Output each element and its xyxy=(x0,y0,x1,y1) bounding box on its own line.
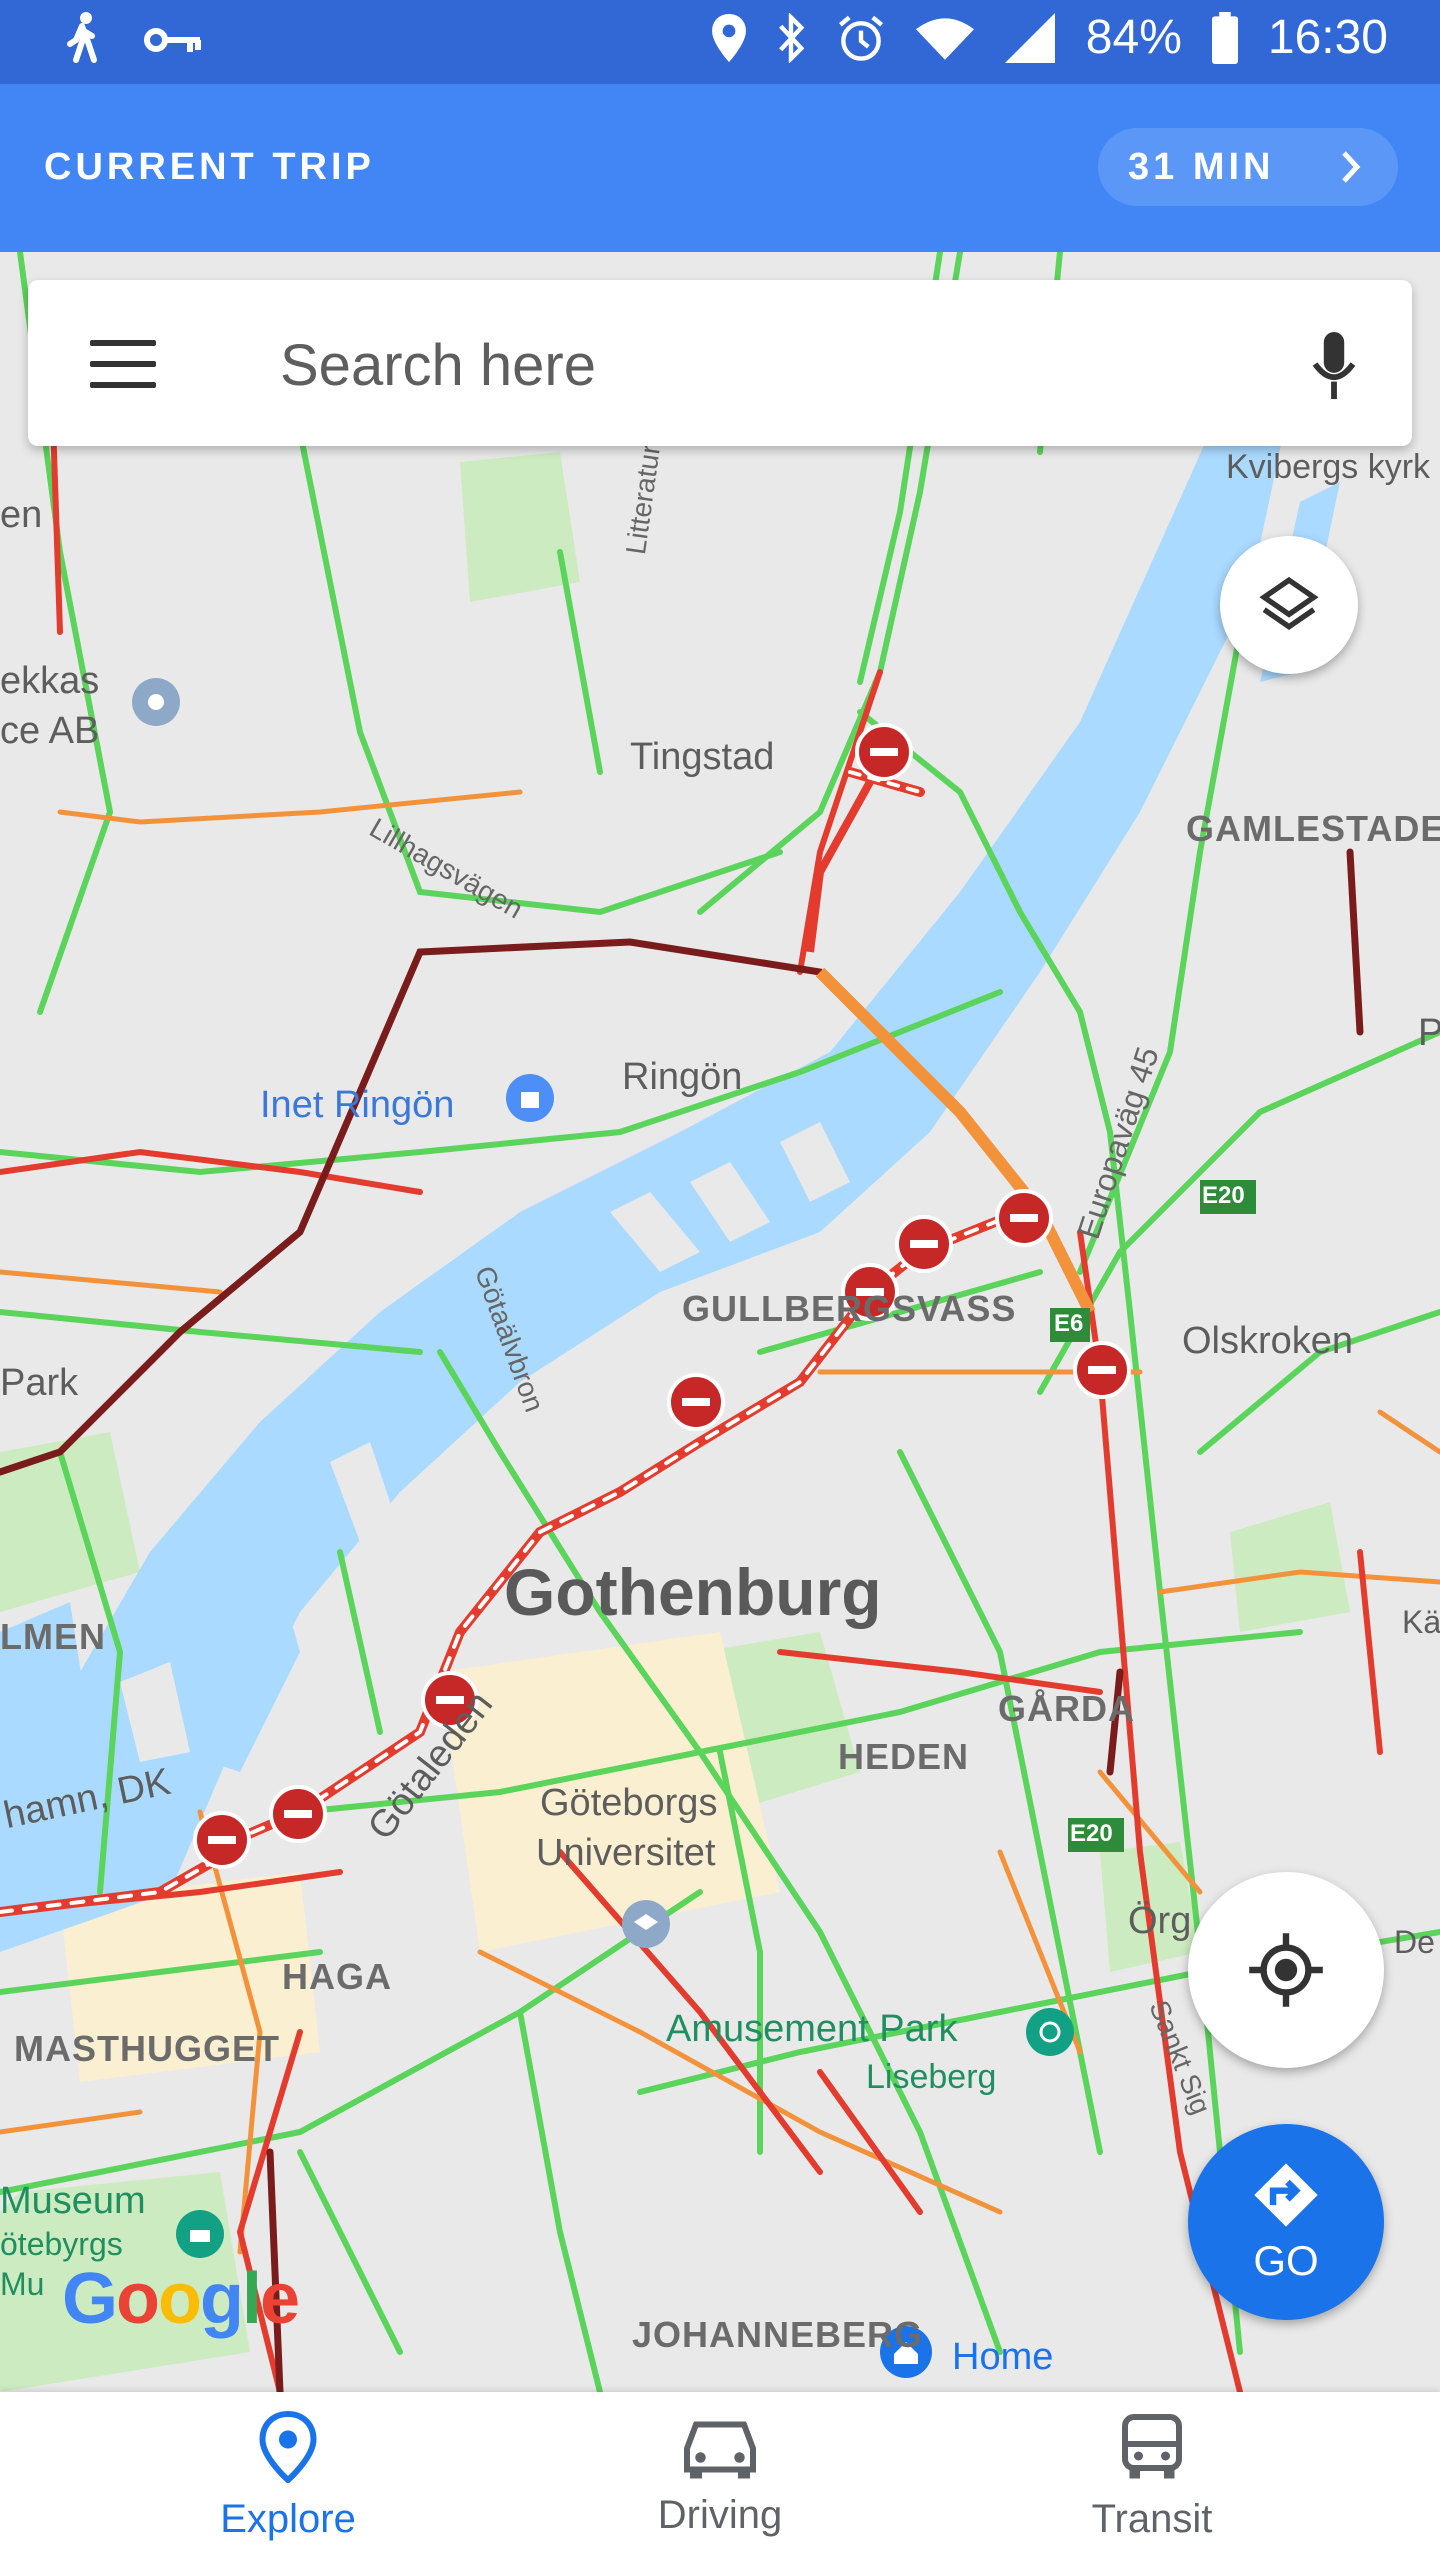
place-pin-icon xyxy=(132,678,180,726)
road-closure-icon xyxy=(995,1189,1053,1247)
map-label-gamlestaden: GAMLESTADE xyxy=(1186,808,1440,849)
layers-icon xyxy=(1259,576,1319,630)
museum-pin-icon xyxy=(176,2210,224,2258)
map-label-home: Home xyxy=(952,2336,1054,2378)
vpn-key-icon xyxy=(144,24,204,56)
battery-icon xyxy=(1211,11,1238,64)
tab-transit-label: Transit xyxy=(1091,2496,1213,2541)
clock-time: 16:30 xyxy=(1267,11,1388,64)
bluetooth-icon xyxy=(776,12,806,63)
bus-icon xyxy=(1122,2413,1182,2478)
location-pin-icon xyxy=(259,2410,317,2483)
map-label-ka: Kä xyxy=(1402,1604,1440,1640)
road-closure-icon xyxy=(667,1373,725,1431)
map-label-universitet: Universitet xyxy=(536,1832,716,1874)
map-canvas[interactable]: Tingstad Litteraturgatan Lillhagsvägen R… xyxy=(0,252,1440,2392)
my-location-button[interactable] xyxy=(1188,1872,1384,2068)
tab-explore[interactable]: Explore xyxy=(138,2392,438,2560)
current-trip-banner[interactable]: CURRENT TRIP 31 MIN xyxy=(0,84,1440,252)
map-label-museum: Museum xyxy=(0,2180,146,2222)
map-label-gullbergsvass: GULLBERGSVASS xyxy=(682,1288,1017,1329)
map-label-kvibergs: Kvibergs kyrk xyxy=(1226,448,1431,486)
map-label-mu: Mu xyxy=(0,2266,45,2302)
map-label-ekkas: ekkas xyxy=(0,660,100,702)
search-input[interactable]: Search here xyxy=(280,332,596,399)
go-button[interactable]: GO xyxy=(1188,2124,1384,2320)
trip-duration: 31 MIN xyxy=(1128,145,1275,188)
amusement-pin-icon xyxy=(1026,2008,1074,2056)
status-bar: 84% 16:30 xyxy=(0,0,1440,84)
tab-transit[interactable]: Transit xyxy=(1002,2392,1302,2560)
tab-driving[interactable]: Driving xyxy=(570,2392,870,2560)
bottom-navigation: Explore Driving Transit xyxy=(0,2392,1440,2560)
map-label-orgryte: Örg xyxy=(1128,1900,1192,1942)
wifi-icon xyxy=(915,16,974,60)
shield-e6: E6 xyxy=(1054,1310,1084,1337)
my-location-icon xyxy=(1249,1933,1323,2007)
map-label-heden: HEDEN xyxy=(838,1736,970,1777)
map-label-olskroken: Olskroken xyxy=(1182,1320,1354,1362)
map-label-goteborgs: Göteborgs xyxy=(540,1782,718,1824)
map-label-p: P xyxy=(1418,1012,1440,1054)
road-closure-icon xyxy=(1073,1341,1131,1399)
walk-icon xyxy=(64,12,104,68)
map-label-ekkas-ab: ce AB xyxy=(0,710,100,752)
shield-e20-south: E20 xyxy=(1070,1820,1113,1847)
location-icon xyxy=(711,13,746,62)
search-bar[interactable]: Search here xyxy=(28,280,1412,446)
road-closure-icon xyxy=(193,1811,251,1869)
road-closure-icon xyxy=(895,1215,953,1273)
map-label-park: Park xyxy=(0,1362,79,1404)
cellular-icon xyxy=(1004,12,1056,63)
google-logo: Google xyxy=(62,2259,300,2339)
road-closure-icon xyxy=(269,1785,327,1843)
map-label-en: en xyxy=(0,494,43,536)
map-label-liseberg: Liseberg xyxy=(866,2058,997,2096)
map-label-garda: GÅRDA xyxy=(998,1688,1135,1729)
tab-driving-label: Driving xyxy=(657,2492,783,2537)
microphone-icon[interactable] xyxy=(1312,332,1356,407)
map-label-de: De xyxy=(1394,1924,1435,1960)
alarm-icon xyxy=(836,13,886,63)
layers-button[interactable] xyxy=(1220,536,1358,674)
current-trip-title: CURRENT TRIP xyxy=(44,146,375,188)
shopping-pin-icon xyxy=(506,1074,554,1122)
map-label-gothenburg: Gothenburg xyxy=(504,1555,882,1629)
map-label-masthugget: MASTHUGGET xyxy=(14,2028,280,2069)
trip-duration-button[interactable]: 31 MIN xyxy=(1098,128,1398,206)
map-label-almen: LMEN xyxy=(0,1616,106,1657)
hamburger-menu-icon[interactable] xyxy=(90,340,156,388)
directions-icon xyxy=(1254,2163,1318,2227)
maps-app: 84% 16:30 CURRENT TRIP 31 MIN Tingstad L… xyxy=(0,0,1440,2560)
go-label: GO xyxy=(1253,2237,1319,2284)
map-label-haga: HAGA xyxy=(282,1956,392,1997)
map-label-amusement-park: Amusement Park xyxy=(666,2008,958,2050)
university-pin-icon xyxy=(622,1900,670,1948)
chevron-right-icon xyxy=(1342,151,1361,183)
map-label-tingstad: Tingstad xyxy=(630,736,775,778)
road-closure-icon xyxy=(855,723,913,781)
map-label-johanneberg: JOHANNEBERG xyxy=(632,2314,924,2355)
car-icon xyxy=(684,2421,756,2478)
map-label-ringon: Ringön xyxy=(622,1056,743,1098)
battery-percentage: 84% xyxy=(1085,11,1182,64)
tab-explore-label: Explore xyxy=(220,2496,356,2541)
map-label-inet-ringon: Inet Ringön xyxy=(260,1084,455,1126)
shield-e20-north: E20 xyxy=(1202,1182,1245,1209)
